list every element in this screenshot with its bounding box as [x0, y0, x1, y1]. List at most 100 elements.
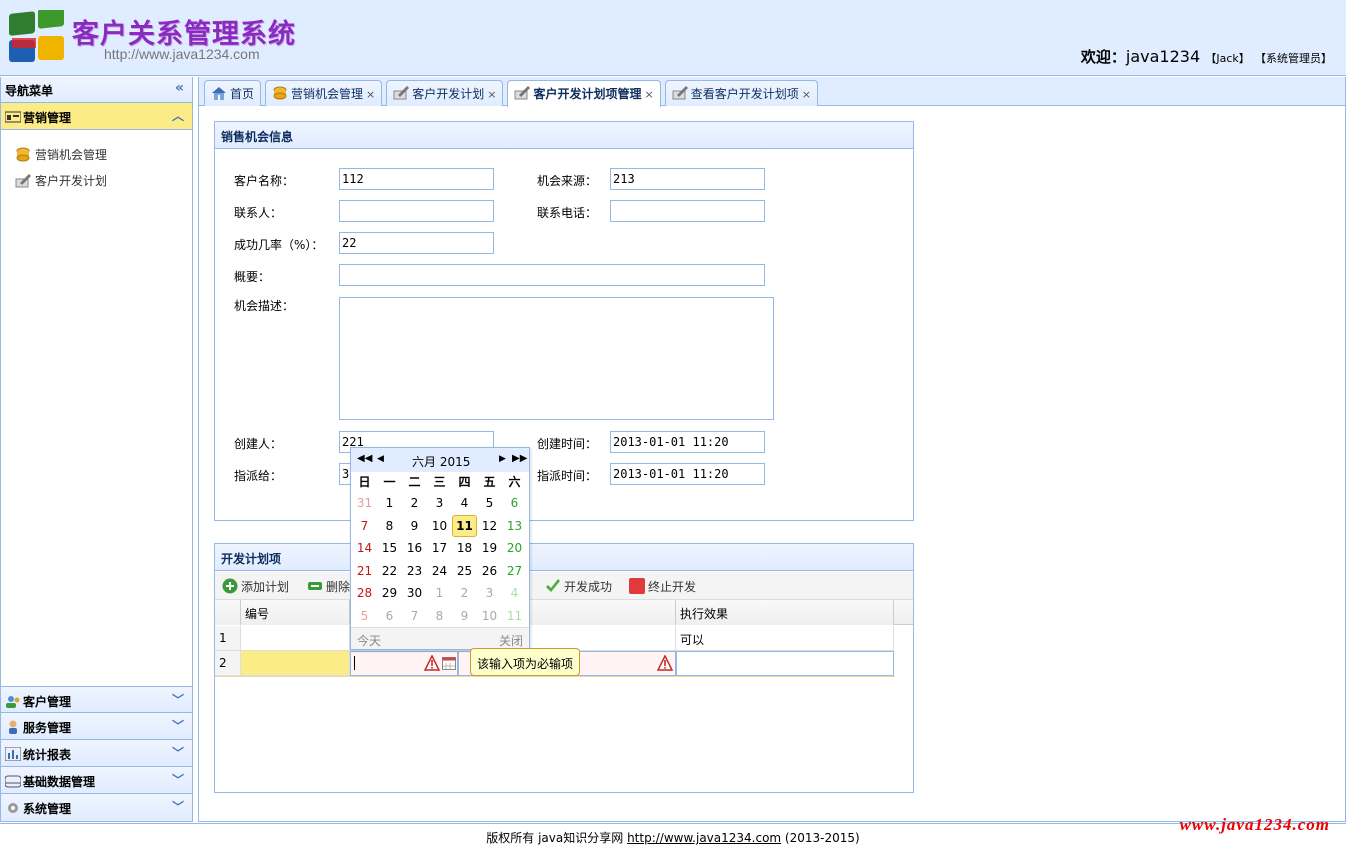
calendar-day[interactable]: 11	[502, 605, 527, 627]
calendar-day[interactable]: 4	[502, 582, 527, 604]
calendar-day[interactable]: 10	[477, 605, 502, 627]
calendar-day[interactable]: 30	[402, 582, 427, 604]
calendar-day[interactable]: 28	[352, 582, 377, 604]
grid-cell[interactable]	[241, 626, 350, 651]
accordion-base-data[interactable]: 基础数据管理 ﹀	[1, 767, 192, 794]
stop-dev-button[interactable]: 终止开发	[629, 578, 696, 595]
grid-header: 编号 执行效果	[215, 600, 913, 625]
accordion-system[interactable]: 系统管理 ﹀	[1, 794, 192, 821]
accordion-report[interactable]: 统计报表 ﹀	[1, 740, 192, 767]
calendar-day[interactable]: 3	[477, 582, 502, 604]
calendar-day[interactable]: 9	[452, 605, 477, 627]
calendar-day[interactable]: 3	[427, 492, 452, 514]
close-calendar-button[interactable]: 关闭	[499, 632, 523, 649]
phone-field[interactable]	[610, 200, 765, 222]
calendar-day[interactable]: 4	[452, 492, 477, 514]
calendar-day[interactable]: 31	[352, 492, 377, 514]
chevron-up-icon[interactable]: ︿	[172, 107, 184, 124]
calendar-day[interactable]: 6	[377, 605, 402, 627]
description-field[interactable]	[339, 297, 774, 420]
summary-field[interactable]	[339, 264, 765, 286]
chevron-down-icon[interactable]: ﹀	[172, 691, 184, 708]
accordion-service[interactable]: 服务管理 ﹀	[1, 713, 192, 740]
calendar-day[interactable]: 1	[377, 492, 402, 514]
footer-link[interactable]: http://www.java1234.com	[627, 831, 781, 845]
tab-close-icon[interactable]: ×	[802, 88, 811, 101]
calendar-day[interactable]: 9	[402, 515, 427, 537]
nav-panel: 导航菜单 « 营销管理 ︿ 营销机会管理 客户开发计划 客户管理 ﹀ 服务管理 …	[0, 77, 193, 822]
success-rate-field[interactable]	[339, 232, 494, 254]
calendar-day[interactable]: 2	[452, 582, 477, 604]
calendar-day[interactable]: 8	[427, 605, 452, 627]
tab-dev-plan[interactable]: 客户开发计划 ×	[386, 80, 504, 106]
calendar-day[interactable]: 26	[477, 560, 502, 582]
prev-year-icon[interactable]: ◀◀	[357, 453, 372, 464]
chevron-down-icon[interactable]: ﹀	[172, 771, 184, 788]
calendar-day[interactable]: 23	[402, 560, 427, 582]
calendar-day[interactable]: 16	[402, 537, 427, 559]
source-field[interactable]	[610, 168, 765, 190]
calendar-day[interactable]: 27	[502, 560, 527, 582]
accordion-marketing[interactable]: 营销管理 ︿	[1, 103, 192, 130]
prev-month-icon[interactable]: ◀	[377, 454, 384, 464]
today-button[interactable]: 今天	[357, 632, 381, 649]
calendar-day[interactable]: 20	[502, 537, 527, 559]
validation-tooltip: 该输入项为必输项	[470, 648, 581, 676]
calendar-day[interactable]: 15	[377, 537, 402, 559]
tab-sales-opportunity[interactable]: 营销机会管理 ×	[265, 80, 383, 106]
calendar-day[interactable]: 5	[477, 492, 502, 514]
calendar-day[interactable]: 25	[452, 560, 477, 582]
delete-button[interactable]: 删除	[307, 578, 350, 595]
calendar-day[interactable]: 7	[402, 605, 427, 627]
calendar-day[interactable]: 29	[377, 582, 402, 604]
calendar-day[interactable]: 5	[352, 605, 377, 627]
calendar-month-year[interactable]: 六月 2015	[412, 453, 470, 470]
chevron-down-icon[interactable]: ﹀	[172, 717, 184, 734]
calendar-day[interactable]: 10	[427, 515, 452, 537]
tab-home[interactable]: 首页	[204, 80, 262, 106]
calendar-day[interactable]: 7	[352, 515, 377, 537]
chevron-down-icon[interactable]: ﹀	[172, 744, 184, 761]
add-plan-button[interactable]: 添加计划	[222, 578, 289, 595]
add-plan-label: 添加计划	[241, 580, 290, 594]
calendar-day[interactable]: 1	[427, 582, 452, 604]
effect-cell[interactable]: 可以	[676, 626, 894, 651]
collapse-left-icon[interactable]: «	[175, 80, 184, 96]
next-year-icon[interactable]: ▶▶	[512, 453, 527, 464]
watermark: www.java1234.com	[1179, 815, 1330, 834]
calendar-day[interactable]: 24	[427, 560, 452, 582]
tab-view-plan-items[interactable]: 查看客户开发计划项 ×	[664, 80, 818, 106]
tab-close-icon[interactable]: ×	[366, 88, 375, 101]
calendar-day[interactable]: 22	[377, 560, 402, 582]
calendar-day[interactable]: 6	[502, 492, 527, 514]
date-edit-field[interactable]	[350, 651, 458, 676]
next-month-icon[interactable]: ▶	[499, 454, 506, 464]
create-time-field[interactable]	[610, 431, 765, 453]
tab-close-icon[interactable]: ×	[487, 88, 496, 101]
column-header-num[interactable]: 编号	[241, 600, 350, 625]
calendar-icon[interactable]	[442, 656, 456, 670]
dev-success-button[interactable]: 开发成功	[545, 578, 612, 595]
effect-edit-field[interactable]	[676, 651, 894, 676]
menu-item-dev-plan[interactable]: 客户开发计划	[1, 168, 192, 194]
calendar-day[interactable]: 14	[352, 537, 377, 559]
column-header-effect[interactable]: 执行效果	[676, 600, 894, 625]
grid-cell[interactable]	[241, 651, 350, 676]
calendar-day[interactable]: 12	[477, 515, 502, 537]
calendar-day[interactable]: 17	[427, 537, 452, 559]
calendar-day[interactable]: 13	[502, 515, 527, 537]
contact-field[interactable]	[339, 200, 494, 222]
assign-time-field[interactable]	[610, 463, 765, 485]
calendar-day[interactable]: 21	[352, 560, 377, 582]
calendar-day[interactable]: 19	[477, 537, 502, 559]
calendar-day[interactable]: 11	[452, 514, 477, 537]
calendar-day[interactable]: 2	[402, 492, 427, 514]
calendar-day[interactable]: 8	[377, 515, 402, 537]
menu-item-sales-opportunity[interactable]: 营销机会管理	[1, 142, 192, 168]
chevron-down-icon[interactable]: ﹀	[172, 798, 184, 815]
accordion-customer[interactable]: 客户管理 ﹀	[1, 686, 192, 713]
calendar-day[interactable]: 18	[452, 537, 477, 559]
tab-dev-plan-items[interactable]: 客户开发计划项管理 ×	[507, 80, 661, 107]
tab-close-icon[interactable]: ×	[645, 88, 654, 101]
customer-name-field[interactable]	[339, 168, 494, 190]
